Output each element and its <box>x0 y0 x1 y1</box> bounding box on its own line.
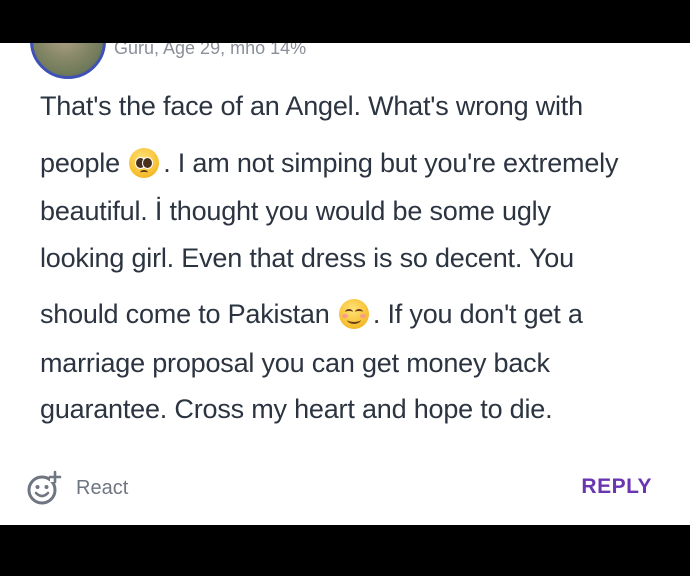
comment-line: marriage proposal you can get money back <box>40 348 550 378</box>
comment-line-text: should come to Pakistan <box>40 299 330 329</box>
comment-line-text: people <box>40 148 120 178</box>
comment-card: Guru, Age 29, mho 14% That's the face of… <box>0 43 690 525</box>
react-button[interactable]: React <box>26 468 128 508</box>
pleading-face-emoji <box>129 148 160 178</box>
react-label: React <box>76 476 129 499</box>
comment-line-text: . If you don't get a <box>372 299 583 329</box>
comment-line: beautiful. İ thought you would be some u… <box>40 196 551 226</box>
reply-button[interactable]: REPLY <box>581 475 652 499</box>
comment-line: looking girl. Even that dress is so dece… <box>40 243 574 273</box>
comment-line: guarantee. Cross my heart and hope to di… <box>40 394 553 424</box>
comment-line: That's the face of an Angel. What's wron… <box>40 91 583 121</box>
smiling-face-emoji <box>338 299 369 329</box>
comment-line: should come to Pakistan . If you don't g… <box>40 299 583 330</box>
avatar[interactable] <box>30 43 106 79</box>
comment-line-text: . I am not simping but you're extremely <box>163 148 619 178</box>
comment-author-meta: Guru, Age 29, mho 14% <box>114 43 307 58</box>
add-reaction-icon <box>27 470 62 505</box>
comment-line: people . I am not simping but you're ext… <box>40 148 618 179</box>
